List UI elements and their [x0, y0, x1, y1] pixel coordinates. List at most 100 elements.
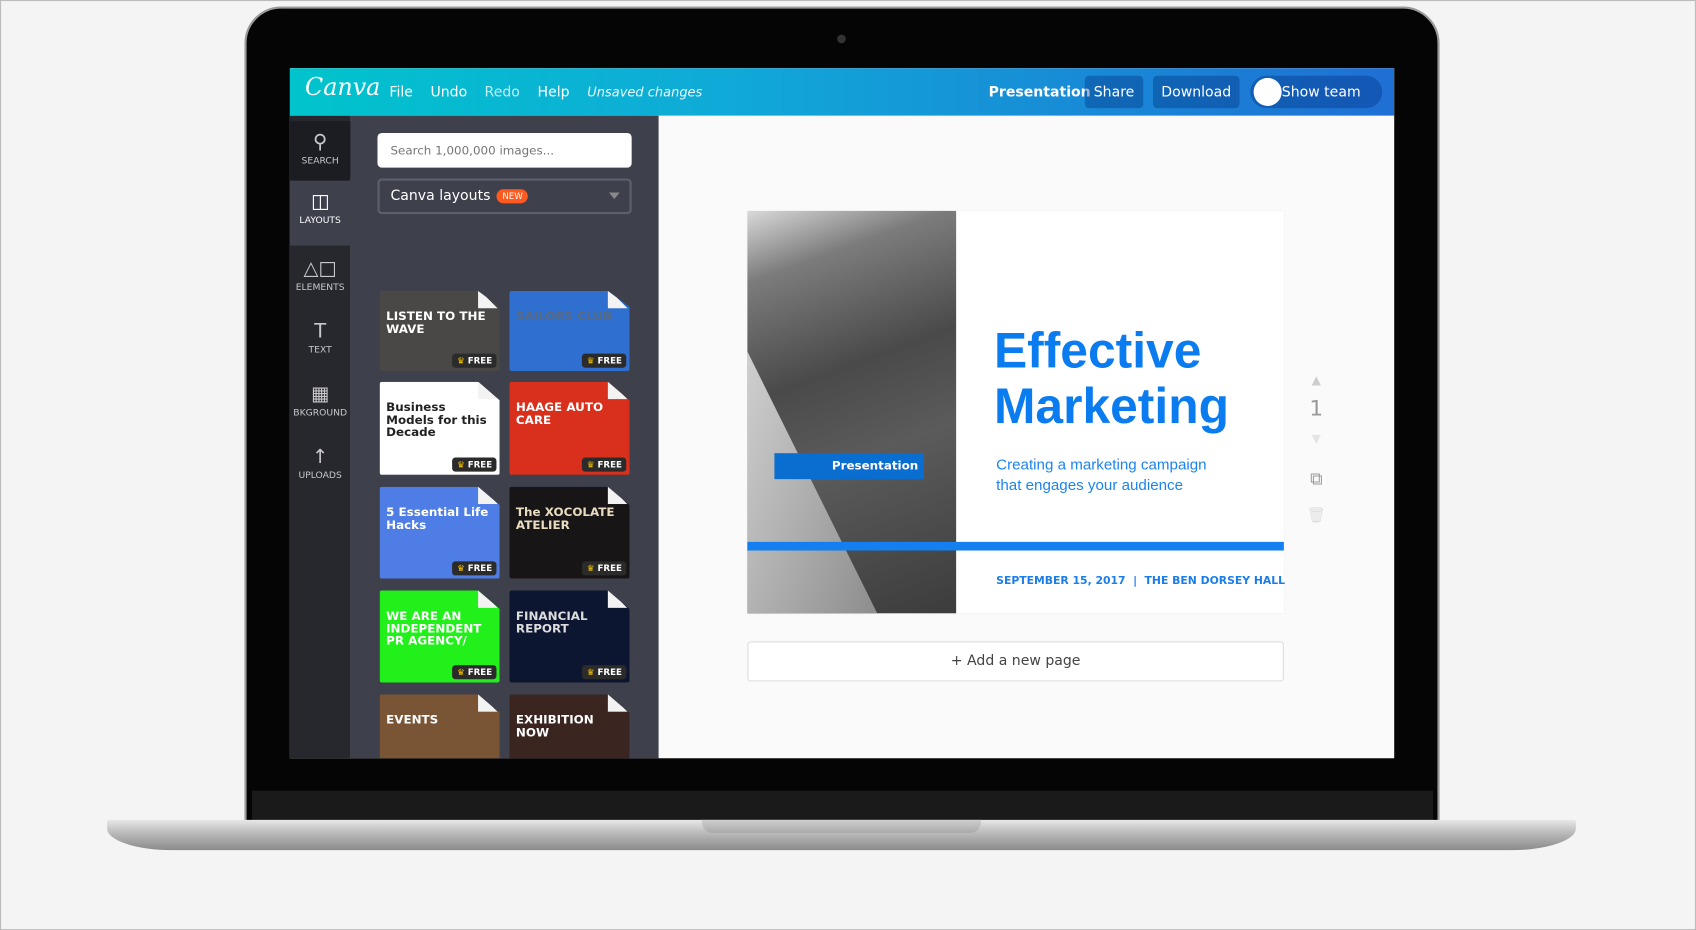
page-number: 1 — [1309, 394, 1324, 421]
page-curl — [478, 694, 500, 712]
laptop-notch — [701, 819, 982, 833]
background-icon: ▦ — [310, 382, 330, 406]
save-status: Unsaved changes — [587, 84, 703, 100]
free-badge: ♛ FREE — [582, 457, 627, 472]
crown-icon: ♛ — [586, 355, 595, 366]
layout-thumbnail[interactable]: 5 Essential Life Hacks ♛ FREE — [379, 486, 500, 579]
free-label: FREE — [597, 355, 622, 366]
top-bar: Canva File Undo Redo Help Unsaved change… — [289, 68, 1395, 116]
free-badge: ♛ FREE — [452, 353, 497, 368]
title-line: Effective — [993, 322, 1202, 379]
crown-icon: ♛ — [456, 667, 465, 678]
copy-icon[interactable]: ⧉ — [1305, 468, 1327, 490]
rail-background[interactable]: ▦ BKGROUND — [290, 373, 351, 434]
layout-thumbnail[interactable]: WE ARE AN INDEPENDENT PR AGENCY/ ♛ FREE — [379, 590, 500, 683]
new-badge: NEW — [496, 189, 529, 204]
laptop-chin — [252, 790, 1434, 821]
layouts-dropdown[interactable]: Canva layouts NEW — [377, 178, 632, 215]
accent-bar — [747, 541, 1284, 551]
free-label: FREE — [597, 667, 622, 678]
camera — [837, 34, 846, 44]
page-curl — [607, 381, 630, 400]
page-curl — [478, 381, 500, 400]
layout-title: Business Models for this Decade — [386, 400, 487, 440]
layouts-icon: ◫ — [310, 190, 330, 214]
slide[interactable]: Presentation Effective Marketing Creating… — [747, 210, 1285, 614]
caret-down-icon — [608, 192, 620, 200]
menu-undo[interactable]: Undo — [430, 84, 467, 100]
page-curl — [607, 290, 630, 309]
trash-icon[interactable]: 🗑 — [1305, 507, 1327, 524]
layout-thumbnail[interactable]: LISTEN TO THE WAVE ♛ FREE — [379, 290, 500, 371]
elements-icon: △□ — [303, 257, 337, 281]
free-label: FREE — [597, 563, 622, 574]
stage: Canva File Undo Redo Help Unsaved change… — [0, 0, 1696, 930]
layout-thumbnail[interactable]: SAILORS CLUB ♛ FREE — [509, 290, 630, 371]
slide-subtitle[interactable]: Creating a marketing campaign that engage… — [996, 454, 1206, 495]
canva-logo[interactable]: Canva — [305, 75, 380, 102]
dropdown-label: Canva layouts — [390, 188, 491, 205]
move-down-icon[interactable]: ▼ — [1305, 432, 1327, 446]
page-curl — [478, 590, 500, 608]
toggle-knob — [1253, 77, 1282, 106]
rail-label: LAYOUTS — [299, 215, 341, 227]
layout-title: FINANCIAL REPORT — [515, 608, 588, 636]
free-badge: ♛ FREE — [582, 353, 627, 368]
add-page-button[interactable]: + Add a new page — [747, 641, 1284, 682]
rail-elements[interactable]: △□ ELEMENTS — [290, 248, 351, 309]
rail-label: SEARCH — [301, 155, 339, 167]
rail-search[interactable]: ⚲ SEARCH — [289, 121, 351, 182]
free-badge: ♛ FREE — [452, 561, 497, 576]
layout-thumbnail[interactable]: FINANCIAL REPORT ♛ FREE — [509, 590, 630, 683]
crown-icon: ♛ — [586, 563, 595, 574]
free-badge: ♛ FREE — [582, 665, 627, 680]
slide-title[interactable]: Effective Marketing — [994, 323, 1229, 433]
layout-thumbnail[interactable]: The XOCOLATE ATELIER ♛ FREE — [509, 486, 630, 579]
app-screen: Canva File Undo Redo Help Unsaved change… — [289, 68, 1395, 759]
layout-title: SAILORS CLUB — [515, 309, 612, 324]
free-badge: ♛ FREE — [582, 561, 627, 576]
rail-uploads[interactable]: ↑ UPLOADS — [290, 436, 351, 497]
menu-redo[interactable]: Redo — [485, 84, 520, 100]
layout-title: EXHIBITION NOW — [515, 712, 594, 740]
slide-footer[interactable]: SEPTEMBER 15, 2017 | THE BEN DORSEY HALL — [996, 575, 1285, 587]
rail-text[interactable]: T TEXT — [290, 310, 351, 371]
free-badge: ♛ FREE — [452, 665, 497, 680]
rail-label: TEXT — [308, 345, 332, 356]
layout-thumbnail[interactable]: EVENTS♛ FREE — [379, 694, 500, 759]
layout-thumbnail[interactable]: EXHIBITION NOW♛ FREE — [509, 694, 630, 759]
free-badge: ♛ FREE — [452, 457, 497, 472]
show-team-toggle[interactable]: Show team — [1250, 75, 1383, 109]
forest-photo[interactable] — [747, 210, 957, 614]
download-button[interactable]: Download — [1152, 75, 1240, 109]
page-curl — [478, 290, 500, 309]
page-curl — [478, 486, 500, 505]
move-up-icon[interactable]: ▲ — [1305, 373, 1327, 387]
editor-canvas: Presentation Effective Marketing Creating… — [658, 115, 1395, 759]
rail-layouts[interactable]: ◫ LAYOUTS — [289, 180, 351, 246]
search-icon: ⚲ — [313, 130, 328, 154]
layouts-panel: Canva layouts NEW LISTEN TO THE WAVE ♛ FR… — [350, 115, 659, 759]
menu-help[interactable]: Help — [538, 84, 570, 100]
page-curl — [607, 590, 630, 608]
title-line: Marketing — [993, 377, 1229, 434]
layout-title: HAAGE AUTO CARE — [515, 400, 604, 427]
layout-title: The XOCOLATE ATELIER — [515, 505, 615, 532]
free-label: FREE — [467, 355, 493, 366]
layout-title: WE ARE AN INDEPENDENT PR AGENCY/ — [386, 608, 482, 648]
layout-thumbnail[interactable]: Business Models for this Decade ♛ FREE — [379, 381, 500, 475]
page-curl — [607, 694, 630, 712]
subtitle-line: Creating a marketing campaign — [996, 455, 1207, 473]
menu-file[interactable]: File — [389, 84, 413, 100]
image-search-input[interactable] — [377, 133, 632, 168]
document-type: Presentation — [988, 84, 1091, 101]
rail-label: BKGROUND — [293, 407, 348, 419]
show-team-label: Show team — [1281, 83, 1361, 101]
rail-label: ELEMENTS — [295, 282, 345, 294]
layout-thumbnail[interactable]: HAAGE AUTO CARE ♛ FREE — [509, 381, 630, 475]
text-icon: T — [314, 320, 327, 343]
crown-icon: ♛ — [456, 355, 465, 366]
share-button[interactable]: Share — [1084, 75, 1144, 109]
free-label: FREE — [597, 459, 622, 470]
presentation-tag[interactable]: Presentation — [774, 453, 924, 480]
